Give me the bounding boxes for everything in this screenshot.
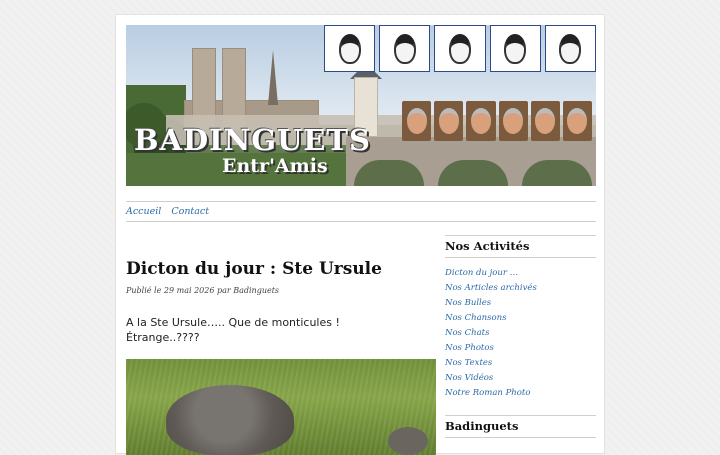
activity-link[interactable]: Nos Bulles xyxy=(445,298,596,313)
portrait-sketch xyxy=(379,25,431,72)
sidebar: Nos Activités Dicton du jour … Nos Artic… xyxy=(445,235,596,438)
activity-link[interactable]: Dicton du jour … xyxy=(445,268,596,283)
banner-portrait-sketches xyxy=(324,25,596,73)
activity-link[interactable]: Nos Chansons xyxy=(445,313,596,328)
activity-link[interactable]: Notre Roman Photo xyxy=(445,388,596,403)
main-nav: Accueil Contact xyxy=(126,201,596,222)
post-meta: Publié le 29 mai 2026 par Badinguets xyxy=(126,286,280,295)
portrait-sketch xyxy=(544,25,596,72)
activity-link[interactable]: Nos Chats xyxy=(445,328,596,343)
activity-link[interactable]: Nos Photos xyxy=(445,343,596,358)
member-photo xyxy=(498,101,528,141)
portrait-sketch xyxy=(489,25,541,72)
banner-bridge xyxy=(346,137,596,186)
nav-accueil-link[interactable]: Accueil xyxy=(126,206,161,217)
header-banner[interactable]: BADINGUETS Entr'Amis xyxy=(126,25,596,186)
site-title: BADINGUETS xyxy=(134,123,371,157)
activity-link[interactable]: Nos Articles archivés xyxy=(445,283,596,298)
activity-link[interactable]: Nos Vidéos xyxy=(445,373,596,388)
member-photo xyxy=(402,101,432,141)
site-subtitle: Entr'Amis xyxy=(222,155,328,177)
member-photo xyxy=(562,101,593,141)
activity-link[interactable]: Nos Textes xyxy=(445,358,596,373)
post-text-line: A la Ste Ursule….. Que de monticules ! xyxy=(126,316,340,329)
member-photo xyxy=(466,101,496,141)
post-title[interactable]: Dicton du jour : Ste Ursule xyxy=(126,259,382,279)
page-container: BADINGUETS Entr'Amis Accueil Contact Dic… xyxy=(115,14,605,455)
portrait-sketch xyxy=(434,25,486,72)
post-text-line: Étrange..???? xyxy=(126,331,200,344)
activities-list: Dicton du jour … Nos Articles archivés N… xyxy=(445,268,596,403)
member-photo xyxy=(530,101,560,141)
post-body: A la Ste Ursule….. Que de monticules ! É… xyxy=(126,315,340,345)
post-image-molehill xyxy=(126,359,436,455)
member-photo xyxy=(434,101,464,141)
portrait-sketch xyxy=(324,25,376,72)
activities-widget-title: Nos Activités xyxy=(445,235,596,258)
badinguets-widget-title: Badinguets xyxy=(445,415,596,438)
banner-member-photos xyxy=(402,101,593,143)
nav-contact-link[interactable]: Contact xyxy=(171,206,209,217)
